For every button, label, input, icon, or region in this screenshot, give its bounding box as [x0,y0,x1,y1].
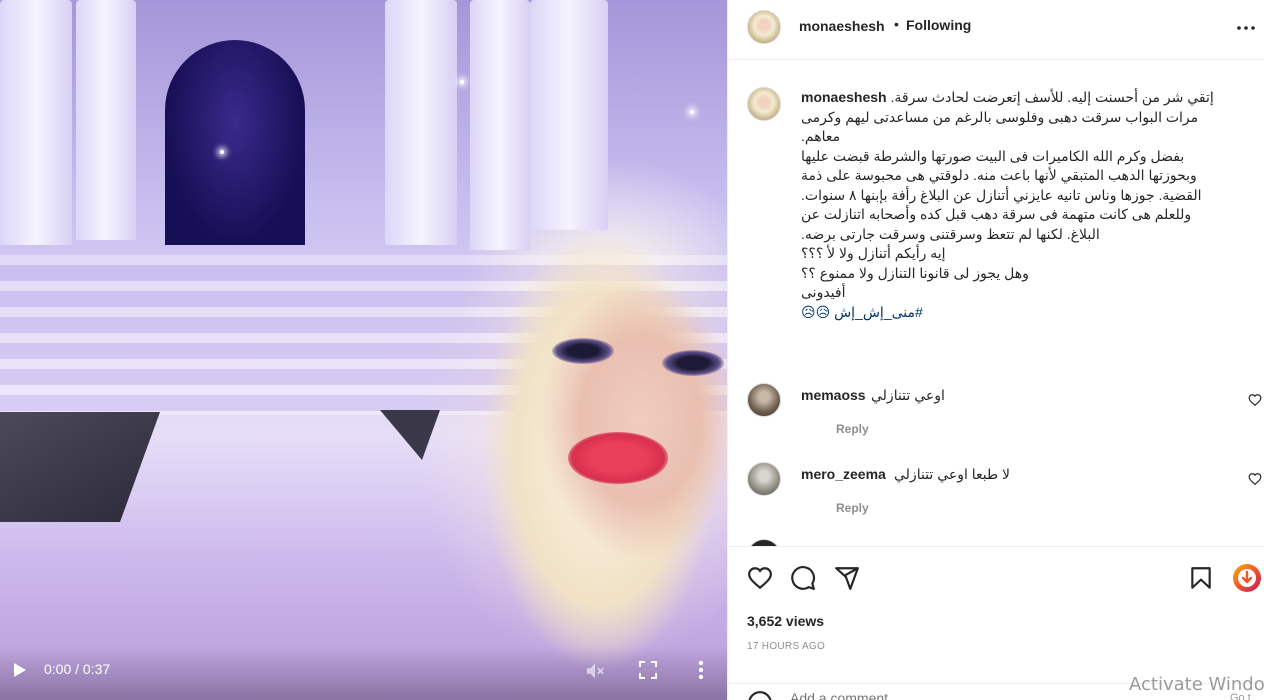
person-lips [568,432,668,484]
fullscreen-icon[interactable] [639,661,657,679]
caption-line: القضية. جوزها وناس تانيه عايزني أتنازل ع… [801,186,1202,203]
reply-button[interactable]: Reply [836,501,869,515]
stage-panel [380,410,440,460]
caption-line: بفضل وكرم الله الكاميرات فى البيت صورتها… [801,147,1185,164]
avatar[interactable] [747,383,781,417]
avatar[interactable] [747,462,781,496]
caption-line: وهل يجوز لى قانونا التنازل ولا ممنوع ؟؟ [801,264,1029,281]
caption-line: أفيدونى [801,284,846,300]
following-button[interactable]: Following [906,17,971,33]
reply-button[interactable]: Reply [836,422,869,436]
separator-dot: • [894,16,899,32]
caption-line: وبحوزتها الدهب المتبقي لأنها باعت منه. د… [801,167,1197,183]
sparkle [690,110,694,114]
bookmark-icon[interactable] [1188,565,1214,591]
caption-line: البلاغ. لكنها لم تتعظ وسرقتنى وسرقت جارت… [801,225,1100,242]
caption-line: إتقي شر من أحسنت إليه. للأسف إتعرضت لحاد… [890,89,1214,105]
video-controls: 0:00 / 0:37 [0,646,727,700]
emoji-icon[interactable] [747,690,773,700]
download-extension-icon[interactable] [1232,563,1262,593]
comment-text: اوعي تتنازلي [871,387,945,403]
post-timestamp: 17 HOURS AGO [747,641,826,652]
header-username[interactable]: monaeshesh [799,18,885,34]
muted-speaker-icon[interactable] [584,660,606,682]
more-options-icon[interactable] [1234,18,1258,38]
video-player[interactable]: 0:00 / 0:37 [0,0,727,700]
post-header: monaeshesh • Following [728,0,1264,60]
heart-icon[interactable] [1248,472,1262,486]
comment-item: mero_zeema لا طبعا اوعي تتنازلي Reply [728,462,1264,534]
play-icon[interactable] [12,662,28,678]
activate-windows-watermark-sub: Go t [1230,692,1251,700]
caption-text: إتقي شر من أحسنت إليه. للأسف إتعرضت لحاد… [801,88,1246,322]
add-comment-input[interactable] [790,690,1170,700]
caption-line: وللعلم هى كانت متهمة فى سرقة دهب قبل كده… [801,206,1192,222]
avatar[interactable] [747,10,781,44]
sparkle [460,80,464,84]
comment-text: لا طبعا اوعي تتنازلي [894,466,1011,482]
castle-tower [76,0,136,240]
stage-panel [0,412,160,522]
person-eye [552,338,614,364]
castle-gate [165,40,305,245]
caption-line: معاهم. [801,128,841,144]
comments-scroll-area[interactable]: إتقي شر من أحسنت إليه. للأسف إتعرضت لحاد… [728,61,1264,546]
person-face [520,270,727,570]
person-eye [662,350,724,376]
share-icon[interactable] [834,565,860,591]
caption-username[interactable]: monaeshesh [801,89,887,105]
avatar[interactable] [747,539,781,546]
view-count: 3,652 views [747,613,825,629]
avatar[interactable] [747,87,781,121]
video-time: 0:00 / 0:37 [44,661,111,677]
heart-icon[interactable] [1248,393,1262,407]
castle-tower [530,0,608,230]
caption-line: إيه رأيكم أتنازل ولا لأ ؟؟؟ [801,245,946,261]
heart-icon[interactable] [747,565,773,591]
caption-line: مرات البواب سرقت دهبى وفلوسى بالرغم من م… [801,108,1199,125]
post-side-panel: monaeshesh • Following إتقي شر من أحسنت … [727,0,1264,700]
more-options-icon[interactable] [691,659,711,681]
caption-hashtag[interactable]: #منى_إش_إش 😥😥 [801,303,1246,323]
comment-item: memaoss اوعي تتنازلي Reply [728,383,1264,455]
sparkle [220,150,224,154]
comment-username[interactable]: memaoss [801,387,866,403]
comment-icon[interactable] [790,565,816,591]
castle-tower [0,0,72,245]
comment-username[interactable]: mero_zeema [801,466,886,482]
